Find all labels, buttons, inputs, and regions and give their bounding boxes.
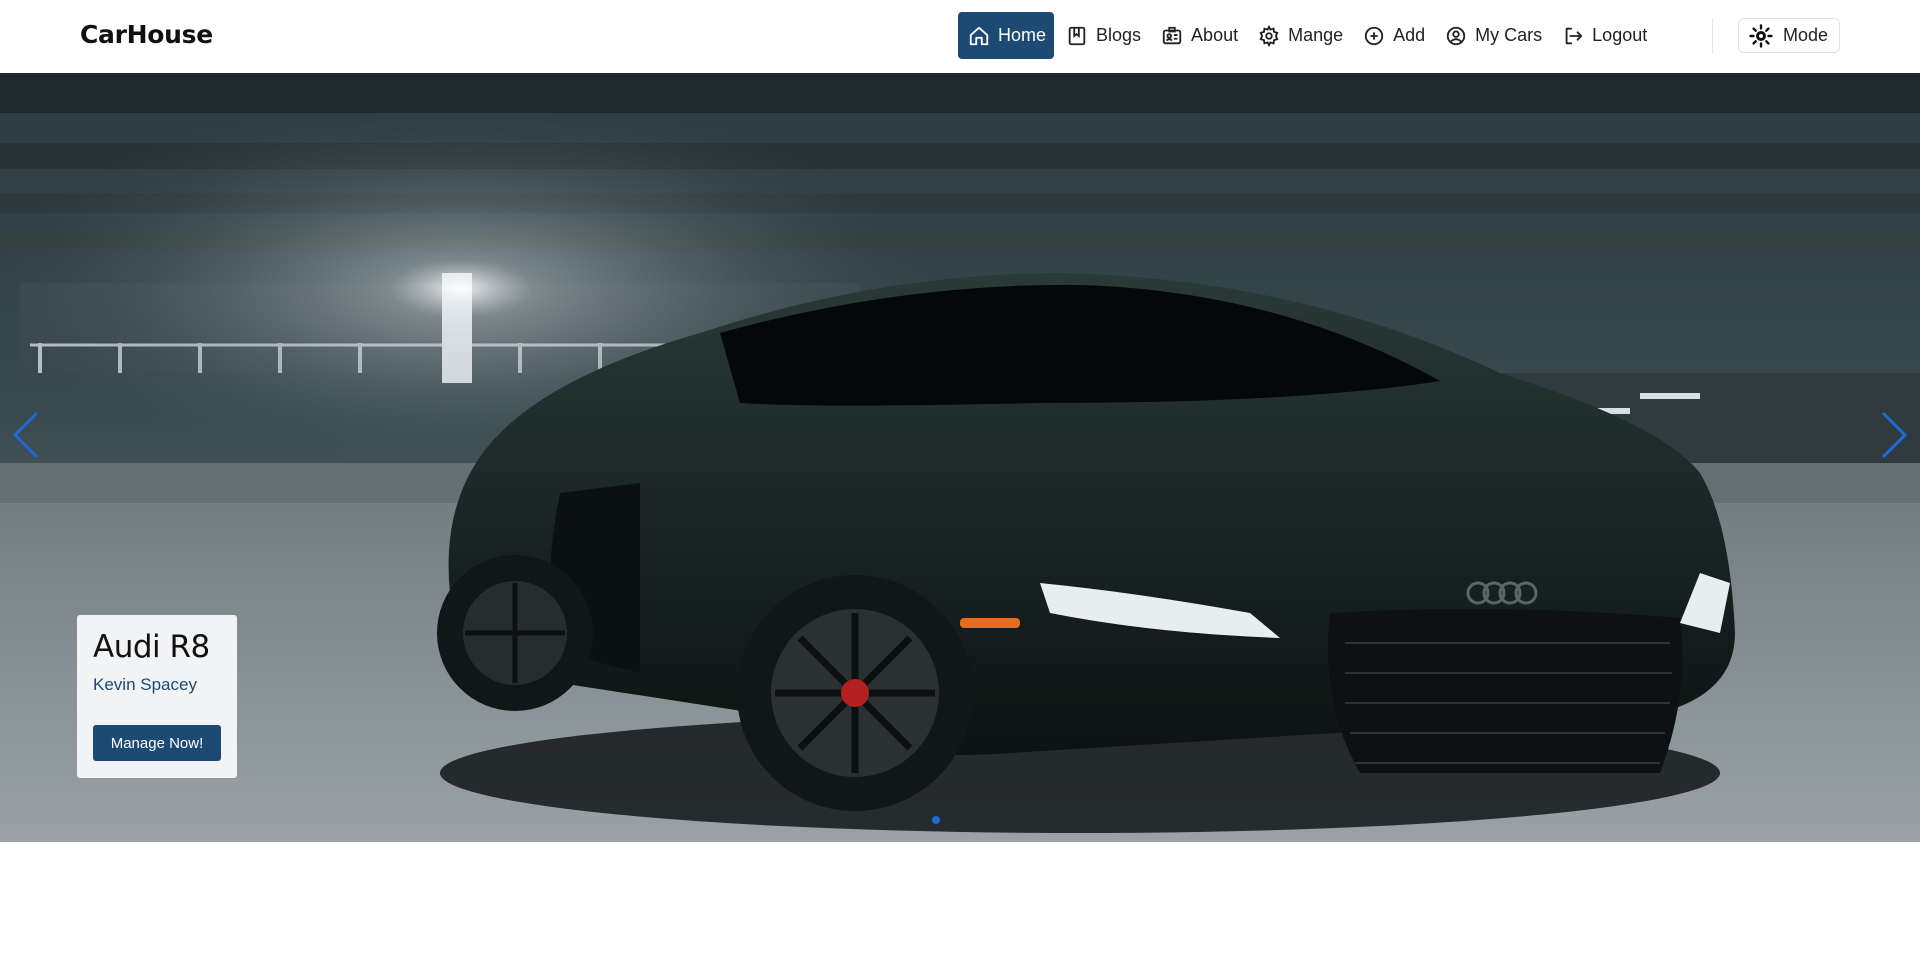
nav-label: Home [998,25,1047,45]
carousel-indicator-dot[interactable] [932,816,940,824]
nav-item-manage[interactable]: Mange [1250,12,1351,59]
sun-icon [1749,23,1773,48]
hero-carousel: Audi R8 Kevin Spacey Manage Now! [0,73,1920,842]
nav-label: Add [1393,25,1426,45]
nav-item-about[interactable]: About [1153,12,1246,59]
plus-circle-icon [1363,25,1385,47]
brand-logo[interactable]: CarHouse [80,20,213,49]
manage-now-button[interactable]: Manage Now! [93,725,221,761]
hero-car-image [0,73,1920,842]
nav-item-add[interactable]: Add [1355,12,1433,59]
top-navbar: CarHouse Home Blogs About Mange Add My C… [0,0,1920,73]
nav-item-home[interactable]: Home [958,12,1055,59]
nav-label: Mange [1288,25,1344,45]
gear-icon [1258,24,1280,47]
nav-label: Blogs [1096,25,1142,45]
nav-divider [1712,18,1713,54]
chevron-left-icon [12,411,39,459]
nav-label: My Cars [1475,25,1543,45]
nav-label: About [1191,25,1239,45]
nav-item-logout[interactable]: Logout [1554,12,1655,59]
slide-title: Audi R8 [93,629,210,665]
user-circle-icon [1445,25,1467,47]
chevron-right-icon [1881,411,1908,459]
mode-label: Mode [1783,25,1829,45]
main-nav: Home Blogs About Mange Add My Cars Logou… [958,12,1659,59]
carousel-prev-button[interactable] [4,403,48,467]
nav-label: Logout [1592,25,1648,45]
slide-caption-card: Audi R8 Kevin Spacey Manage Now! [77,615,237,778]
home-icon [968,25,990,47]
carousel-next-button[interactable] [1872,403,1916,467]
slide-owner: Kevin Spacey [93,675,197,694]
nav-item-blogs[interactable]: Blogs [1058,12,1149,59]
nav-item-my-cars[interactable]: My Cars [1437,12,1550,59]
mode-toggle-button[interactable]: Mode [1738,18,1840,53]
book-icon [1066,25,1088,47]
logout-icon [1562,25,1584,47]
id-card-icon [1161,25,1183,47]
